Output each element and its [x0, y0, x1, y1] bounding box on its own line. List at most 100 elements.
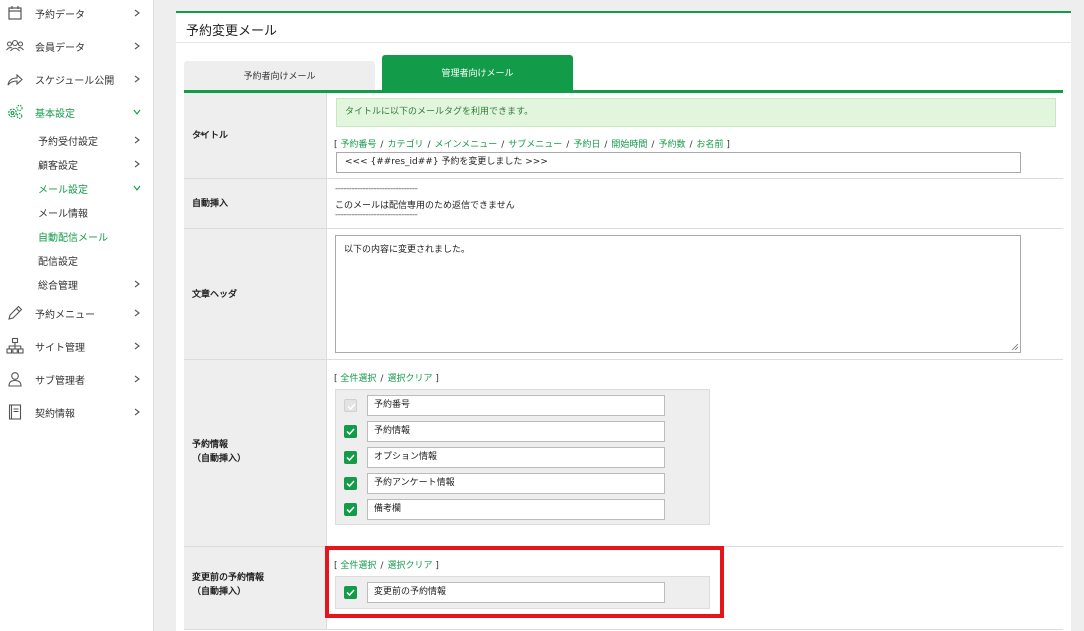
row-label: * タイトル [184, 93, 327, 178]
chevron-right-icon [133, 375, 141, 383]
chevron-right-icon [133, 342, 141, 350]
tab-admin-mail[interactable]: 管理者向けメール [382, 55, 573, 90]
checkbox-checked[interactable] [344, 451, 357, 464]
sidebar-item-schedule-publish[interactable]: スケジュール公開 [0, 68, 154, 90]
header-text: 以下の内容に変更されました。 [344, 245, 471, 255]
chevron-right-icon [133, 408, 141, 416]
dash-line: ------------------------------ [335, 210, 418, 220]
checkbox-field: 備考欄 [367, 499, 665, 520]
chevron-down-icon [133, 184, 141, 192]
chevron-right-icon [133, 160, 141, 168]
checkbox-disabled [344, 399, 357, 412]
resize-handle-icon[interactable] [1011, 343, 1018, 350]
checkbox-field: オプション情報 [367, 447, 665, 468]
chevron-right-icon [133, 136, 141, 144]
checkbox-checked[interactable] [344, 425, 357, 438]
row-label: 文章ヘッダ [184, 229, 327, 359]
form-row-title: * タイトル タイトルに以下のメールタグを利用できます。 [ 予約番号 / カテゴリ… [184, 93, 1063, 179]
chevron-right-icon [133, 75, 141, 83]
highlight-box [325, 546, 724, 618]
select-all-link[interactable]: 全件選択 [340, 374, 376, 384]
sidebar-subitem-label: 自動配信メール [38, 232, 108, 244]
chevron-right-icon [133, 9, 141, 17]
checkbox-field: 予約番号 [367, 395, 665, 416]
users-icon [6, 37, 24, 55]
clear-selection-link[interactable]: 選択クリア [387, 374, 432, 384]
form-row-auto-insert: 自動挿入 ------------------------------ このメー… [184, 179, 1063, 229]
sidebar-item-label: 基本設定 [35, 108, 75, 120]
auto-insert-label: 自動挿入 [192, 199, 229, 209]
sidebar-subitem-delivery-settings[interactable]: 配信設定 [0, 249, 154, 271]
mail-tag-link[interactable]: カテゴリ [387, 140, 423, 150]
sidebar-subitem-label: 予約受付設定 [38, 136, 98, 148]
sidebar-item-label: サブ管理者 [35, 375, 85, 387]
form-row-header: 文章ヘッダ 以下の内容に変更されました。 [184, 229, 1063, 360]
mail-tag-link[interactable]: メインメニュー [435, 140, 498, 150]
page-title: 予約変更メール [186, 24, 278, 39]
sidebar-item-label: サイト管理 [35, 342, 85, 354]
sidebar-subitem-label: メール設定 [38, 184, 88, 196]
checkbox-row: 予約番号 [336, 394, 711, 416]
chevron-right-icon [133, 309, 141, 317]
sidebar-item-site-management[interactable]: サイト管理 [0, 335, 154, 357]
form-row-reservation-info: 予約情報 （自動挿入） [ 全件選択 / 選択クリア ] 予約番号 予約情報 オプショ… [184, 360, 1063, 547]
user-icon [6, 370, 24, 388]
reservation-info-label: 予約情報 （自動挿入） [192, 440, 247, 464]
before-change-label: 変更前の予約情報 （自動挿入） [192, 573, 265, 597]
mail-tag-link[interactable]: 予約番号 [340, 140, 376, 150]
row-label: 予約情報 （自動挿入） [184, 360, 327, 546]
row-label: 変更前の予約情報 （自動挿入） [184, 547, 327, 629]
mail-tag-link[interactable]: 予約数 [658, 140, 685, 150]
chevron-right-icon [133, 42, 141, 50]
sidebar-item-label: 予約メニュー [35, 309, 95, 321]
sidebar-subitem-label: 配信設定 [38, 256, 78, 268]
sidebar-item-label: 会員データ [35, 42, 85, 54]
sidebar-subitem-label: メール情報 [38, 208, 88, 220]
sitemap-icon [6, 337, 24, 355]
tab-user-mail[interactable]: 予約者向けメール [184, 61, 375, 90]
mail-tag-link[interactable]: お名前 [697, 140, 724, 150]
checkbox-checked[interactable] [344, 503, 357, 516]
pencil-icon [6, 304, 24, 322]
sidebar-item-member-data[interactable]: 会員データ [0, 35, 154, 57]
mail-tag-link[interactable]: サブメニュー [508, 140, 562, 150]
gears-icon [6, 103, 24, 121]
mail-tag-list: [ 予約番号 / カテゴリ / メインメニュー / サブメニュー / 予約日 / 開始時間 / 予約数 /… [334, 140, 730, 150]
sidebar-item-label: 予約データ [35, 9, 85, 21]
sidebar-subitem-general-management[interactable]: 総合管理 [0, 273, 154, 295]
checkbox-row: 予約情報 [336, 420, 711, 442]
checkbox-row: オプション情報 [336, 446, 711, 468]
header-textarea[interactable]: 以下の内容に変更されました。 [335, 235, 1021, 353]
share-icon [6, 70, 24, 88]
required-mark: * [200, 131, 205, 141]
reservation-info-checklist: 予約番号 予約情報 オプション情報 予約アンケート情報 備考欄 [335, 389, 710, 525]
sidebar-subitem-customer-settings[interactable]: 顧客設定 [0, 153, 154, 175]
dash-line: ------------------------------ [335, 184, 418, 194]
checkbox-row: 予約アンケート情報 [336, 472, 711, 494]
checkbox-row: 備考欄 [336, 498, 711, 520]
sidebar-item-contract-info[interactable]: 契約情報 [0, 401, 154, 423]
checkbox-field: 予約情報 [367, 421, 665, 442]
mail-tag-link[interactable]: 予約日 [573, 140, 600, 150]
checkbox-checked[interactable] [344, 477, 357, 490]
sidebar-subitem-label: 顧客設定 [38, 160, 78, 172]
sidebar-item-sub-admin[interactable]: サブ管理者 [0, 368, 154, 390]
calendar-icon [6, 4, 24, 22]
mail-tag-notice: タイトルに以下のメールタグを利用できます。 [336, 98, 1056, 127]
chevron-right-icon [133, 280, 141, 288]
mail-tag-link[interactable]: 開始時間 [611, 140, 647, 150]
sidebar-subitem-mail-info[interactable]: メール情報 [0, 201, 154, 223]
header-label: 文章ヘッダ [192, 290, 238, 300]
sidebar-item-label: スケジュール公開 [35, 75, 115, 87]
sidebar-subitem-label: 総合管理 [38, 280, 78, 292]
sidebar-item-reservation-menu[interactable]: 予約メニュー [0, 302, 154, 324]
sidebar-item-basic-settings[interactable]: 基本設定 [0, 101, 154, 123]
sidebar-subitem-auto-mail[interactable]: 自動配信メール [0, 225, 154, 247]
sidebar-subitem-mail-settings[interactable]: メール設定 [0, 177, 154, 199]
chevron-down-icon [133, 108, 141, 116]
title-input[interactable]: <<< {##res_id##} 予約を変更しました >>> [336, 152, 1021, 173]
book-icon [6, 403, 24, 421]
sidebar-subitem-reservation-settings[interactable]: 予約受付設定 [0, 129, 154, 151]
sidebar-item-reservation-data[interactable]: 予約データ [0, 2, 154, 24]
sidebar: 予約データ 会員データ スケジュール公開 基本設定 予約受付設定 顧客設定 メー… [0, 0, 154, 631]
